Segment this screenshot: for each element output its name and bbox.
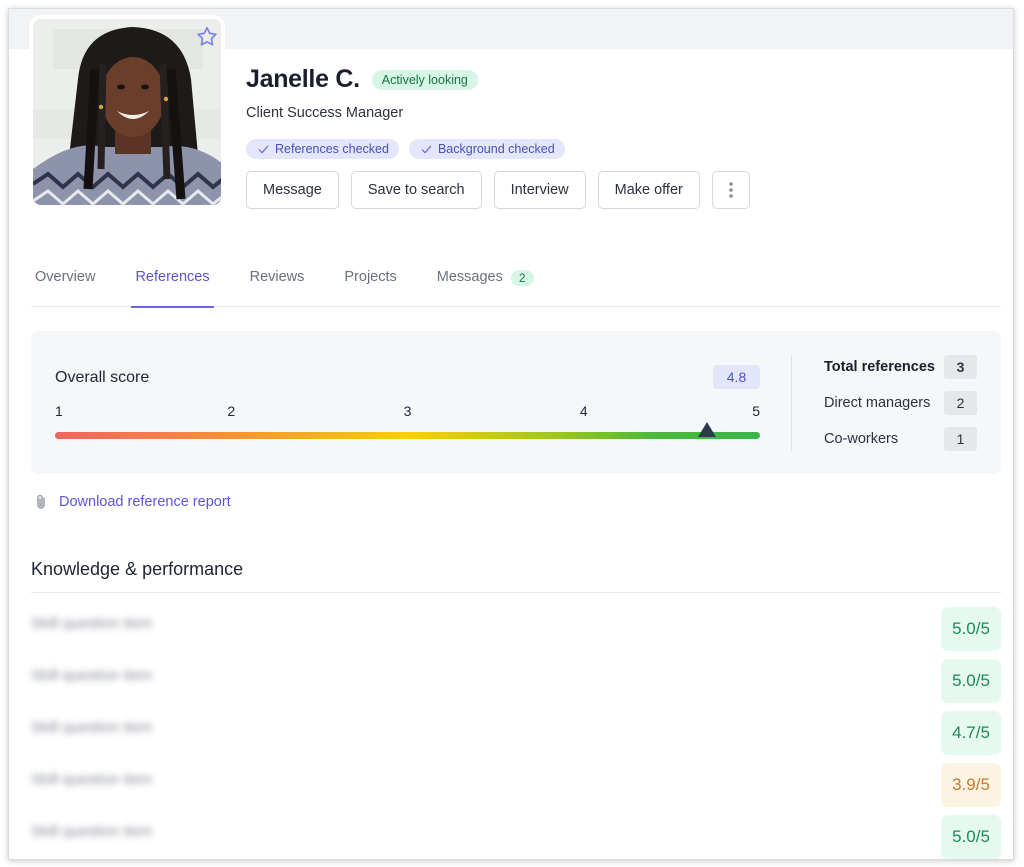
favorite-star-button[interactable]: [195, 25, 219, 49]
question-row: Skill question item 4.7/5: [31, 705, 1001, 757]
direct-managers-row: Direct managers 2: [824, 391, 977, 415]
tab-projects[interactable]: Projects: [340, 261, 400, 307]
tab-references[interactable]: References: [131, 261, 214, 308]
messages-count-badge: 2: [510, 270, 534, 286]
question-row: Skill question item 3.9/5: [31, 757, 1001, 809]
overall-score-value: 4.8: [713, 365, 760, 389]
job-title: Client Success Manager: [246, 105, 404, 121]
overall-score-card: Overall score 4.8 1 2 3 4 5 Total references…: [31, 331, 1001, 474]
tab-label: Reviews: [249, 269, 305, 285]
scale-tick-label: 1: [55, 403, 63, 419]
save-to-search-button[interactable]: Save to search: [350, 171, 482, 209]
verification-badges: References checked Background checked: [246, 139, 565, 159]
action-bar: Message Save to search Interview Make of…: [246, 171, 750, 209]
candidate-profile-window: Janelle C. Actively looking Client Succe…: [8, 8, 1014, 860]
background-checked-badge: Background checked: [408, 139, 565, 159]
tab-label: Projects: [344, 269, 397, 285]
section-divider: [31, 592, 1001, 593]
question-score-badge: 5.0/5: [941, 607, 1001, 651]
scale-tick-label: 2: [227, 403, 236, 419]
question-label: Skill question item: [31, 771, 152, 788]
more-vertical-icon: [729, 182, 733, 198]
ref-count: 1: [944, 427, 977, 451]
tab-messages[interactable]: Messages 2: [433, 261, 538, 307]
score-scale-ticks: 1 2 3 4 5: [55, 403, 760, 421]
tab-label: Overview: [35, 269, 96, 285]
question-label: Skill question item: [31, 823, 152, 840]
profile-tabs: Overview References Reviews Projects Mes…: [31, 261, 1001, 308]
ref-label: Co-workers: [824, 431, 899, 447]
score-gradient-bar: [55, 432, 760, 439]
question-row: Skill question item 5.0/5: [31, 601, 1001, 653]
star-outline-icon: [197, 26, 217, 46]
overall-score-label: Overall score: [55, 369, 150, 386]
total-references-row: Total references 3: [824, 355, 977, 379]
make-offer-button[interactable]: Make offer: [597, 171, 700, 209]
question-score-badge: 3.9/5: [941, 763, 1001, 807]
message-button[interactable]: Message: [246, 171, 339, 209]
question-label: Skill question item: [31, 719, 152, 736]
scale-tick-label: 5: [752, 403, 760, 419]
tab-label: References: [135, 269, 210, 285]
profile-header: Janelle C. Actively looking: [246, 65, 478, 94]
tab-label: Messages: [436, 269, 503, 285]
tab-reviews[interactable]: Reviews: [246, 261, 309, 307]
download-label: Download reference report: [59, 494, 231, 510]
scale-tick-label: 4: [579, 403, 588, 419]
knowledge-section-title: Knowledge & performance: [31, 559, 244, 579]
ref-count: 3: [944, 355, 977, 379]
ref-label: Total references: [824, 359, 935, 375]
check-icon: [258, 145, 269, 153]
knowledge-question-list: Skill question item 5.0/5 Skill question i…: [31, 601, 1001, 859]
interview-button[interactable]: Interview: [493, 171, 586, 209]
score-marker: [697, 422, 716, 437]
status-badge: Actively looking: [371, 69, 478, 90]
co-workers-row: Co-workers 1: [824, 427, 977, 451]
references-checked-badge: References checked: [246, 139, 399, 159]
question-label: Skill question item: [31, 667, 152, 684]
download-reference-report-link[interactable]: Download reference report: [33, 493, 231, 511]
question-score-badge: 5.0/5: [941, 659, 1001, 703]
question-row: Skill question item 5.0/5: [31, 809, 1001, 859]
paperclip-icon: [37, 494, 45, 509]
reference-counts: Total references 3 Direct managers 2 Co-…: [824, 355, 977, 463]
ref-label: Direct managers: [824, 395, 931, 411]
ref-count: 2: [944, 391, 977, 415]
question-label: Skill question item: [31, 615, 152, 632]
avatar: [29, 15, 225, 209]
question-row: Skill question item 5.0/5: [31, 653, 1001, 705]
tab-overview[interactable]: Overview: [31, 261, 99, 307]
question-score-badge: 4.7/5: [941, 711, 1001, 755]
badge-label: Background checked: [437, 142, 555, 156]
scale-tick-label: 3: [403, 403, 412, 419]
more-actions-button[interactable]: [711, 171, 750, 209]
badge-label: References checked: [275, 142, 389, 156]
divider: [791, 355, 792, 451]
check-icon: [421, 145, 432, 153]
candidate-name: Janelle C.: [246, 65, 360, 93]
question-score-badge: 5.0/5: [941, 815, 1001, 859]
